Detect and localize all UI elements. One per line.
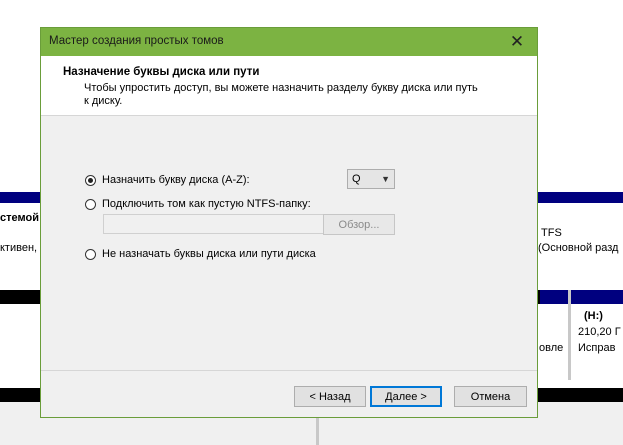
folder-path-input[interactable] <box>103 214 327 234</box>
window-title: Мастер создания простых томов <box>49 35 224 47</box>
volume-status-text: ктивен, <box>0 242 38 254</box>
drive-letter-value: Q <box>352 173 361 185</box>
browse-button[interactable]: Обзор... <box>323 214 395 235</box>
volume-name-text: стемой <box>0 212 39 224</box>
option-mount-folder-label[interactable]: Подключить том как пустую NTFS-папку: <box>102 198 311 210</box>
page-title: Назначение буквы диска или пути <box>63 66 260 78</box>
partition-status-left: овле <box>539 342 564 354</box>
wizard-header: Назначение буквы диска или пути Чтобы уп… <box>41 56 537 116</box>
partition-separator <box>568 290 571 380</box>
drive-h-size: 210,20 Г <box>578 326 621 338</box>
option-assign-letter-label[interactable]: Назначить букву диска (A-Z): <box>102 174 250 186</box>
partition-status-right: Исправ <box>578 342 616 354</box>
option-mount-folder[interactable]: Подключить том как пустую NTFS-папку: <box>85 198 311 210</box>
next-button[interactable]: Далее > <box>370 386 442 407</box>
partition-type-text: (Основной разд <box>538 242 619 254</box>
close-icon: ✕ <box>509 32 525 51</box>
drive-h-label[interactable]: (H:) <box>584 310 603 322</box>
radio-mount-folder[interactable] <box>85 198 96 210</box>
radio-assign-letter[interactable] <box>85 174 96 186</box>
drive-letter-select[interactable]: Q ▼ <box>347 169 395 189</box>
partition-bar <box>540 290 623 304</box>
option-assign-letter[interactable]: Назначить букву диска (A-Z): <box>85 174 250 186</box>
title-bar[interactable]: Мастер создания простых томов ✕ <box>41 28 537 56</box>
radio-no-letter[interactable] <box>85 248 96 260</box>
cancel-button[interactable]: Отмена <box>454 386 527 407</box>
close-button[interactable]: ✕ <box>497 28 537 56</box>
page-description: Чтобы упростить доступ, вы можете назнач… <box>84 82 478 107</box>
option-no-letter-label[interactable]: Не назначать буквы диска или пути диска <box>102 248 316 260</box>
option-no-letter[interactable]: Не назначать буквы диска или пути диска <box>85 248 316 260</box>
back-button[interactable]: < Назад <box>294 386 366 407</box>
new-simple-volume-wizard: Мастер создания простых томов ✕ Назначен… <box>40 27 538 418</box>
filesystem-text: TFS <box>541 227 562 239</box>
chevron-down-icon: ▼ <box>381 174 390 184</box>
footer-divider <box>41 370 537 371</box>
